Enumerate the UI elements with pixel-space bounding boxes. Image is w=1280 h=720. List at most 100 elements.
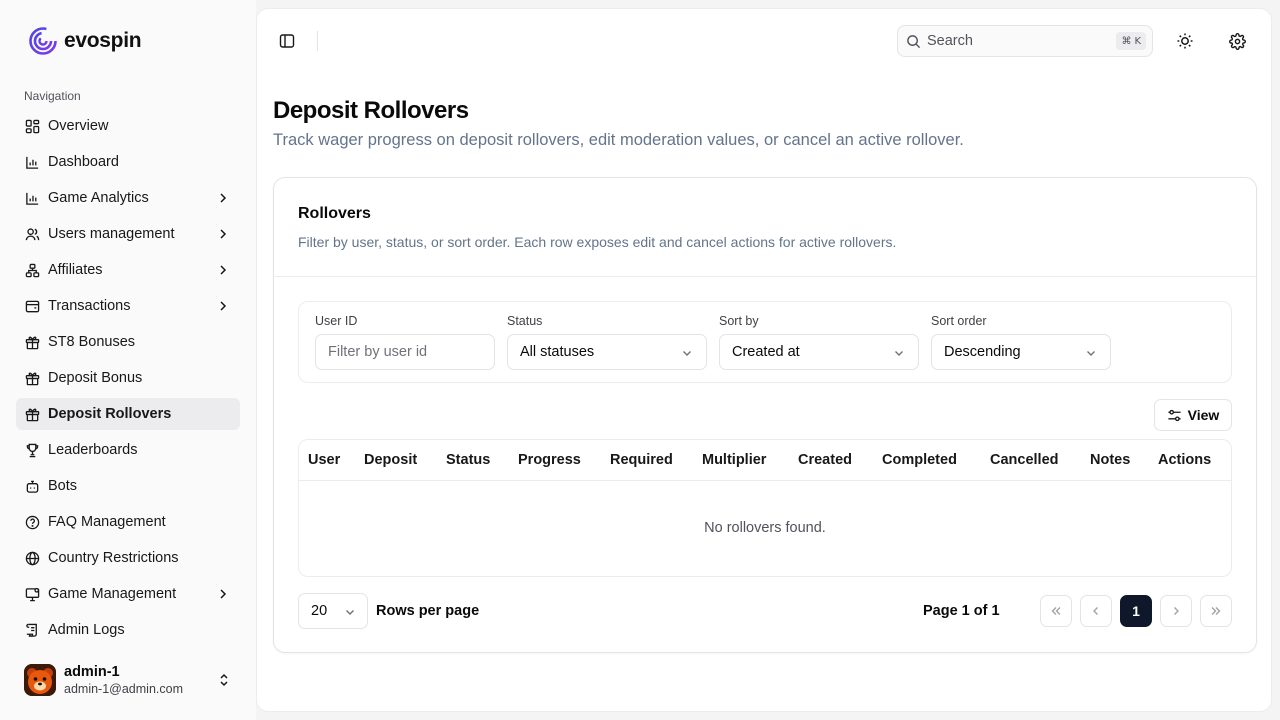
- sidebar-item-game-analytics[interactable]: Game Analytics: [16, 182, 240, 214]
- chevron-right-icon: [220, 229, 227, 239]
- sun-icon: [1177, 33, 1193, 49]
- sidebar-item-label: Game Management: [48, 586, 177, 602]
- card-divider: [274, 276, 1256, 277]
- help-circle-icon: [24, 514, 40, 530]
- column-header-created[interactable]: Created: [798, 452, 852, 468]
- sidebar-item-leaderboards[interactable]: Leaderboards: [16, 434, 240, 466]
- sort-by-label: Sort by: [719, 314, 759, 328]
- user-id-input[interactable]: Filter by user id: [315, 334, 495, 370]
- next-page-button[interactable]: [1160, 595, 1192, 627]
- sidebar-item-users-management[interactable]: Users management: [16, 218, 240, 250]
- column-header-progress[interactable]: Progress: [518, 452, 581, 468]
- sidebar-item-label: Users management: [48, 226, 175, 242]
- chevron-right-icon: [220, 301, 227, 311]
- page-button-current[interactable]: 1: [1120, 595, 1152, 627]
- nav-section-label: Navigation: [24, 89, 81, 103]
- user-id-filter: User ID Filter by user id: [315, 314, 495, 370]
- sidebar-item-overview[interactable]: Overview: [16, 110, 240, 142]
- first-page-button[interactable]: [1040, 595, 1072, 627]
- column-header-status[interactable]: Status: [446, 452, 490, 468]
- sidebar-item-label: Game Analytics: [48, 190, 149, 206]
- chevrons-right-icon: [1211, 607, 1221, 615]
- sidebar-item-transactions[interactable]: Transactions: [16, 290, 240, 322]
- sort-by-select[interactable]: Created at: [719, 334, 919, 370]
- search-input[interactable]: Search ⌘ K: [897, 25, 1153, 57]
- sidebar-item-admin-logs[interactable]: Admin Logs: [16, 614, 240, 646]
- filters-panel: User ID Filter by user id Status All sta…: [298, 301, 1232, 383]
- search-placeholder: Search: [927, 33, 973, 49]
- sort-order-select[interactable]: Descending: [931, 334, 1111, 370]
- panel-left-icon: [279, 34, 295, 48]
- brand-logo[interactable]: evospin: [28, 26, 142, 56]
- sidebar-item-game-management[interactable]: Game Management: [16, 578, 240, 610]
- theme-toggle-button[interactable]: [1171, 27, 1199, 55]
- sidebar-toggle-button[interactable]: [273, 27, 301, 55]
- brand-name: evospin: [64, 29, 142, 52]
- bot-icon: [24, 478, 40, 494]
- rollovers-card: Rollovers Filter by user, status, or sor…: [273, 177, 1257, 653]
- sort-order-filter: Sort order Descending: [931, 314, 1111, 370]
- sidebar-item-bots[interactable]: Bots: [16, 470, 240, 502]
- sidebar-item-deposit-bonus[interactable]: Deposit Bonus: [16, 362, 240, 394]
- column-header-notes[interactable]: Notes: [1090, 452, 1130, 468]
- settings-button[interactable]: [1223, 27, 1251, 55]
- shortcut-key: K: [1134, 35, 1141, 47]
- status-filter: Status All statuses: [507, 314, 707, 370]
- user-menu[interactable]: admin-1 admin-1@admin.com: [16, 656, 240, 704]
- column-header-actions[interactable]: Actions: [1158, 452, 1211, 468]
- gift-icon: [24, 406, 40, 422]
- sidebar-item-affiliates[interactable]: Affiliates: [16, 254, 240, 286]
- sidebar-item-label: Deposit Rollovers: [48, 406, 172, 422]
- gear-icon: [1228, 32, 1246, 50]
- sliders-icon: [1168, 409, 1181, 421]
- column-header-cancelled[interactable]: Cancelled: [990, 452, 1059, 468]
- sidebar-item-label: Admin Logs: [48, 622, 125, 638]
- card-subtitle: Filter by user, status, or sort order. E…: [298, 234, 897, 250]
- sidebar-item-faq-management[interactable]: FAQ Management: [16, 506, 240, 538]
- status-label: Status: [507, 314, 543, 328]
- toolbar-divider: [317, 31, 318, 51]
- sidebar-item-label: Overview: [48, 118, 109, 134]
- network-icon: [24, 262, 40, 278]
- page-subtitle: Track wager progress on deposit rollover…: [273, 131, 964, 149]
- main-panel: Search ⌘ K Deposit Rollovers Track wager…: [256, 8, 1272, 712]
- sidebar-item-country-restrictions[interactable]: Country Restrictions: [16, 542, 240, 574]
- column-header-completed[interactable]: Completed: [882, 452, 957, 468]
- gift-icon: [24, 334, 40, 350]
- table-header: User Deposit Status Progress Required Mu…: [299, 440, 1231, 481]
- sidebar-item-label: Dashboard: [48, 154, 119, 170]
- view-options-button[interactable]: View: [1154, 399, 1232, 431]
- column-header-deposit[interactable]: Deposit: [364, 452, 417, 468]
- user-id-placeholder: Filter by user id: [328, 344, 428, 360]
- command-key-icon: ⌘: [1121, 35, 1132, 47]
- users-icon: [24, 226, 40, 242]
- column-header-multiplier[interactable]: Multiplier: [702, 452, 766, 468]
- last-page-button[interactable]: [1200, 595, 1232, 627]
- sidebar-item-st8-bonuses[interactable]: ST8 Bonuses: [16, 326, 240, 358]
- rollovers-table: User Deposit Status Progress Required Mu…: [298, 439, 1232, 577]
- bar-chart-icon: [24, 154, 40, 170]
- sidebar-item-dashboard[interactable]: Dashboard: [16, 146, 240, 178]
- chevron-left-icon: [1093, 607, 1098, 615]
- sidebar-nav: Overview Dashboard Game Analytics Users …: [16, 110, 240, 650]
- sort-by-value: Created at: [732, 344, 800, 360]
- keyboard-shortcut: ⌘ K: [1116, 32, 1146, 50]
- sidebar-item-label: Deposit Bonus: [48, 370, 143, 386]
- chevron-right-icon: [1174, 607, 1179, 615]
- sidebar-item-label: ST8 Bonuses: [48, 334, 136, 350]
- globe-icon: [24, 550, 40, 566]
- chevron-down-icon: [683, 351, 691, 356]
- gift-icon: [24, 370, 40, 386]
- status-select[interactable]: All statuses: [507, 334, 707, 370]
- sidebar-item-deposit-rollovers[interactable]: Deposit Rollovers: [16, 398, 240, 430]
- column-header-required[interactable]: Required: [610, 452, 673, 468]
- user-id-label: User ID: [315, 314, 358, 328]
- status-value: All statuses: [520, 344, 595, 360]
- column-header-user[interactable]: User: [308, 452, 340, 468]
- view-button-label: View: [1187, 407, 1220, 423]
- scroll-icon: [24, 622, 40, 638]
- previous-page-button[interactable]: [1080, 595, 1112, 627]
- wallet-icon: [24, 298, 40, 314]
- chevron-down-icon: [346, 610, 354, 615]
- rows-per-page-select[interactable]: 20: [298, 593, 368, 629]
